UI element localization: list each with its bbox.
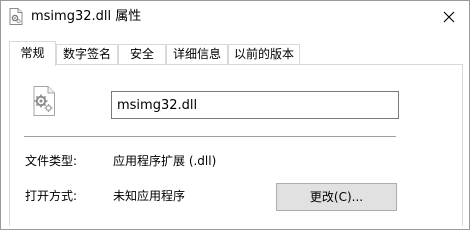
tab-strip: 常规 数字签名 安全 详细信息 以前的版本 (9, 41, 469, 66)
tab-details[interactable]: 详细信息 (166, 44, 228, 65)
tab-security[interactable]: 安全 (118, 44, 166, 65)
dll-file-gear-icon (32, 86, 56, 116)
tab-general[interactable]: 常规 (9, 41, 56, 66)
file-type-label: 文件类型: (25, 154, 78, 168)
tab-digital-signatures[interactable]: 数字签名 (56, 44, 118, 65)
properties-dialog: msimg32.dll 属性 常规 数字签名 安全 详细信息 以前的版本 msi… (0, 0, 470, 230)
change-button[interactable]: 更改(C)... (276, 183, 397, 211)
divider (24, 136, 396, 137)
close-button[interactable] (435, 5, 463, 29)
file-type-value: 应用程序扩展 (.dll) (113, 154, 217, 168)
file-name-input[interactable] (111, 91, 399, 119)
title-bar[interactable]: msimg32.dll 属性 (1, 1, 469, 33)
tab-previous-versions[interactable]: 以前的版本 (228, 44, 300, 65)
open-with-label: 打开方式: (25, 189, 78, 203)
window-title: msimg32.dll 属性 (31, 9, 142, 24)
general-tab-panel: 文件类型: 应用程序扩展 (.dll) 打开方式: 未知应用程序 更改(C)..… (9, 64, 463, 226)
dll-file-icon (9, 8, 23, 25)
close-icon (443, 11, 455, 23)
open-with-value: 未知应用程序 (113, 189, 186, 203)
